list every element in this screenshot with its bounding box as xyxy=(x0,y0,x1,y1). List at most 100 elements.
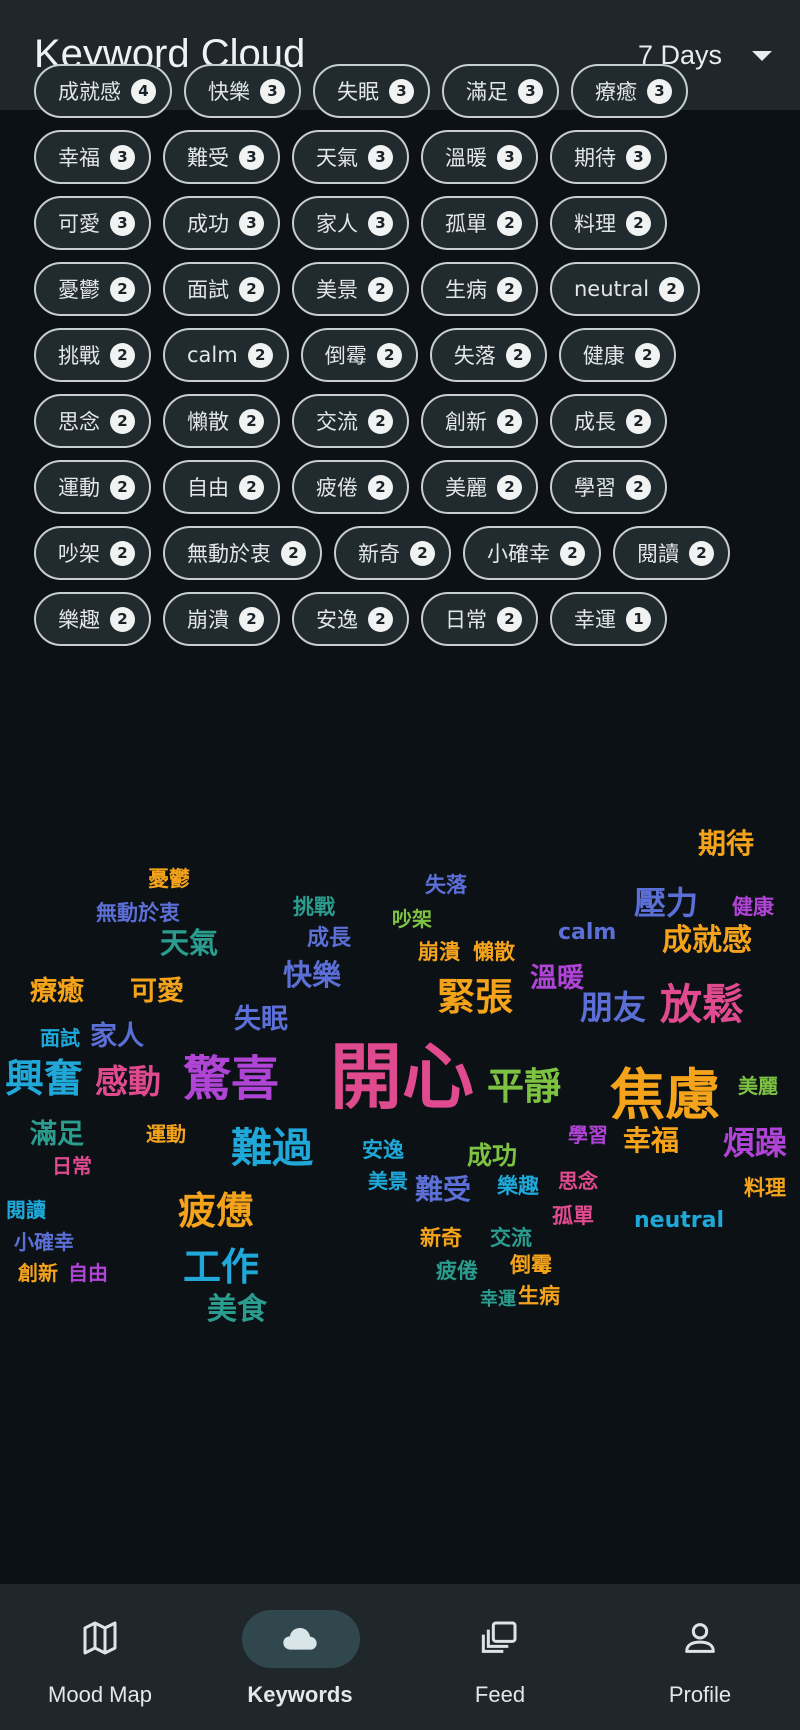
keyword-chip[interactable]: 創新 2 xyxy=(421,394,538,448)
cloud-word[interactable]: 疲憊 xyxy=(178,1192,254,1230)
cloud-word[interactable]: 安逸 xyxy=(362,1140,404,1161)
cloud-word[interactable]: 料理 xyxy=(744,1178,786,1199)
keyword-chip[interactable]: 滿足 3 xyxy=(442,64,559,118)
cloud-word[interactable]: calm xyxy=(558,922,616,944)
cloud-word[interactable]: 新奇 xyxy=(420,1228,462,1249)
cloud-word[interactable]: 孤單 xyxy=(552,1206,594,1227)
keyword-chip[interactable]: 運動 2 xyxy=(34,460,151,514)
keyword-chip[interactable]: 樂趣 2 xyxy=(34,592,151,646)
cloud-word[interactable]: 朋友 xyxy=(580,991,646,1024)
keyword-chip[interactable]: 生病 2 xyxy=(421,262,538,316)
keyword-chip[interactable]: 美景 2 xyxy=(292,262,409,316)
keyword-chip[interactable]: 期待 3 xyxy=(550,130,667,184)
keyword-chip[interactable]: 家人 3 xyxy=(292,196,409,250)
cloud-word[interactable]: 療癒 xyxy=(30,978,84,1005)
cloud-word[interactable]: 日常 xyxy=(52,1156,92,1176)
keyword-chip[interactable]: 小確幸 2 xyxy=(463,526,601,580)
cloud-word[interactable]: 感動 xyxy=(95,1065,161,1098)
cloud-word[interactable]: 難受 xyxy=(415,1176,471,1204)
keyword-chip[interactable]: 難受 3 xyxy=(163,130,280,184)
keyword-chip[interactable]: 成長 2 xyxy=(550,394,667,448)
keyword-chip[interactable]: 無動於衷 2 xyxy=(163,526,322,580)
cloud-word[interactable]: 崩潰 xyxy=(418,942,460,963)
keyword-chip[interactable]: 閱讀 2 xyxy=(613,526,730,580)
cloud-word[interactable]: 幸運 xyxy=(480,1291,516,1309)
nav-item-feed[interactable]: Feed xyxy=(400,1584,600,1730)
cloud-word[interactable]: 放鬆 xyxy=(660,984,744,1026)
cloud-word[interactable]: 創新 xyxy=(18,1263,58,1283)
cloud-word[interactable]: 閱讀 xyxy=(6,1200,46,1220)
cloud-word[interactable]: 難過 xyxy=(231,1128,313,1169)
cloud-word[interactable]: 樂趣 xyxy=(497,1176,539,1197)
keyword-chip[interactable]: 成就感 4 xyxy=(34,64,172,118)
cloud-word[interactable]: 家人 xyxy=(90,1023,144,1050)
cloud-word[interactable]: 興奮 xyxy=(5,1060,83,1099)
keyword-chip[interactable]: 面試 2 xyxy=(163,262,280,316)
cloud-word[interactable]: 憂鬱 xyxy=(148,869,190,890)
cloud-word[interactable]: 溫暖 xyxy=(530,965,584,992)
cloud-word[interactable]: 健康 xyxy=(732,897,774,918)
keyword-chip[interactable]: 美麗 2 xyxy=(421,460,538,514)
keyword-chip[interactable]: 懶散 2 xyxy=(163,394,280,448)
keyword-chip[interactable]: 學習 2 xyxy=(550,460,667,514)
keyword-chip[interactable]: 安逸 2 xyxy=(292,592,409,646)
keyword-chip[interactable]: 失眠 3 xyxy=(313,64,430,118)
cloud-word[interactable]: 快樂 xyxy=(283,961,341,990)
cloud-word[interactable]: 吵架 xyxy=(392,909,432,929)
keyword-chip[interactable]: 疲倦 2 xyxy=(292,460,409,514)
cloud-word[interactable]: 天氣 xyxy=(160,929,218,958)
cloud-word[interactable]: 生病 xyxy=(518,1286,560,1307)
cloud-word[interactable]: 失眠 xyxy=(234,1006,288,1033)
cloud-word[interactable]: 煩躁 xyxy=(723,1127,787,1159)
keyword-chip[interactable]: 孤單 2 xyxy=(421,196,538,250)
cloud-word[interactable]: 滿足 xyxy=(30,1121,84,1148)
keyword-chip[interactable]: 日常 2 xyxy=(421,592,538,646)
keyword-chip[interactable]: 成功 3 xyxy=(163,196,280,250)
keyword-chip[interactable]: calm 2 xyxy=(163,328,289,382)
cloud-word[interactable]: 挑戰 xyxy=(293,897,335,918)
cloud-word[interactable]: 可愛 xyxy=(130,978,184,1005)
keyword-chip[interactable]: 吵架 2 xyxy=(34,526,151,580)
cloud-word[interactable]: neutral xyxy=(634,1210,724,1232)
keyword-chip[interactable]: 療癒 3 xyxy=(571,64,688,118)
keyword-chip[interactable]: 可愛 3 xyxy=(34,196,151,250)
nav-item-profile[interactable]: Profile xyxy=(600,1584,800,1730)
keyword-chip[interactable]: 憂鬱 2 xyxy=(34,262,151,316)
keyword-chip[interactable]: 溫暖 3 xyxy=(421,130,538,184)
keyword-chip[interactable]: neutral 2 xyxy=(550,262,701,316)
cloud-word[interactable]: 學習 xyxy=(568,1125,608,1145)
cloud-word[interactable]: 思念 xyxy=(558,1171,598,1191)
keyword-chip[interactable]: 倒霉 2 xyxy=(300,328,418,382)
nav-item-keywords[interactable]: Keywords xyxy=(200,1584,400,1730)
keyword-chip[interactable]: 幸運 1 xyxy=(550,592,667,646)
keyword-chip[interactable]: 幸福 3 xyxy=(34,130,151,184)
keyword-chip[interactable]: 健康 2 xyxy=(558,328,676,382)
keyword-chip[interactable]: 崩潰 2 xyxy=(163,592,280,646)
keyword-chip[interactable]: 交流 2 xyxy=(292,394,409,448)
cloud-word[interactable]: 失落 xyxy=(425,875,467,896)
cloud-word[interactable]: 無動於衷 xyxy=(96,903,180,924)
cloud-word[interactable]: 小確幸 xyxy=(14,1232,74,1252)
keyword-chip[interactable]: 失落 2 xyxy=(429,328,547,382)
cloud-word[interactable]: 成長 xyxy=(307,928,351,950)
cloud-word[interactable]: 疲倦 xyxy=(436,1261,478,1282)
cloud-word[interactable]: 美食 xyxy=(207,1295,267,1325)
keyword-chip[interactable]: 自由 2 xyxy=(163,460,280,514)
cloud-word[interactable]: 面試 xyxy=(40,1028,80,1048)
cloud-word[interactable]: 運動 xyxy=(146,1124,186,1144)
cloud-word[interactable]: 懶散 xyxy=(473,942,515,963)
keyword-chip[interactable]: 料理 2 xyxy=(550,196,667,250)
cloud-word[interactable]: 壓力 xyxy=(634,887,698,919)
cloud-word[interactable]: 緊張 xyxy=(437,978,513,1016)
keyword-chip[interactable]: 挑戰 2 xyxy=(34,328,151,382)
keyword-chip[interactable]: 天氣 3 xyxy=(292,130,409,184)
cloud-word[interactable]: 平靜 xyxy=(487,1068,561,1105)
cloud-word[interactable]: 美景 xyxy=(368,1171,408,1191)
cloud-word[interactable]: 交流 xyxy=(490,1228,532,1249)
keyword-chip[interactable]: 快樂 3 xyxy=(184,64,301,118)
cloud-word[interactable]: 成功 xyxy=(467,1143,517,1168)
cloud-word[interactable]: 美麗 xyxy=(738,1076,778,1096)
cloud-word[interactable]: 焦慮 xyxy=(610,1068,720,1123)
cloud-word[interactable]: 工作 xyxy=(183,1248,259,1286)
keyword-chip[interactable]: 思念 2 xyxy=(34,394,151,448)
